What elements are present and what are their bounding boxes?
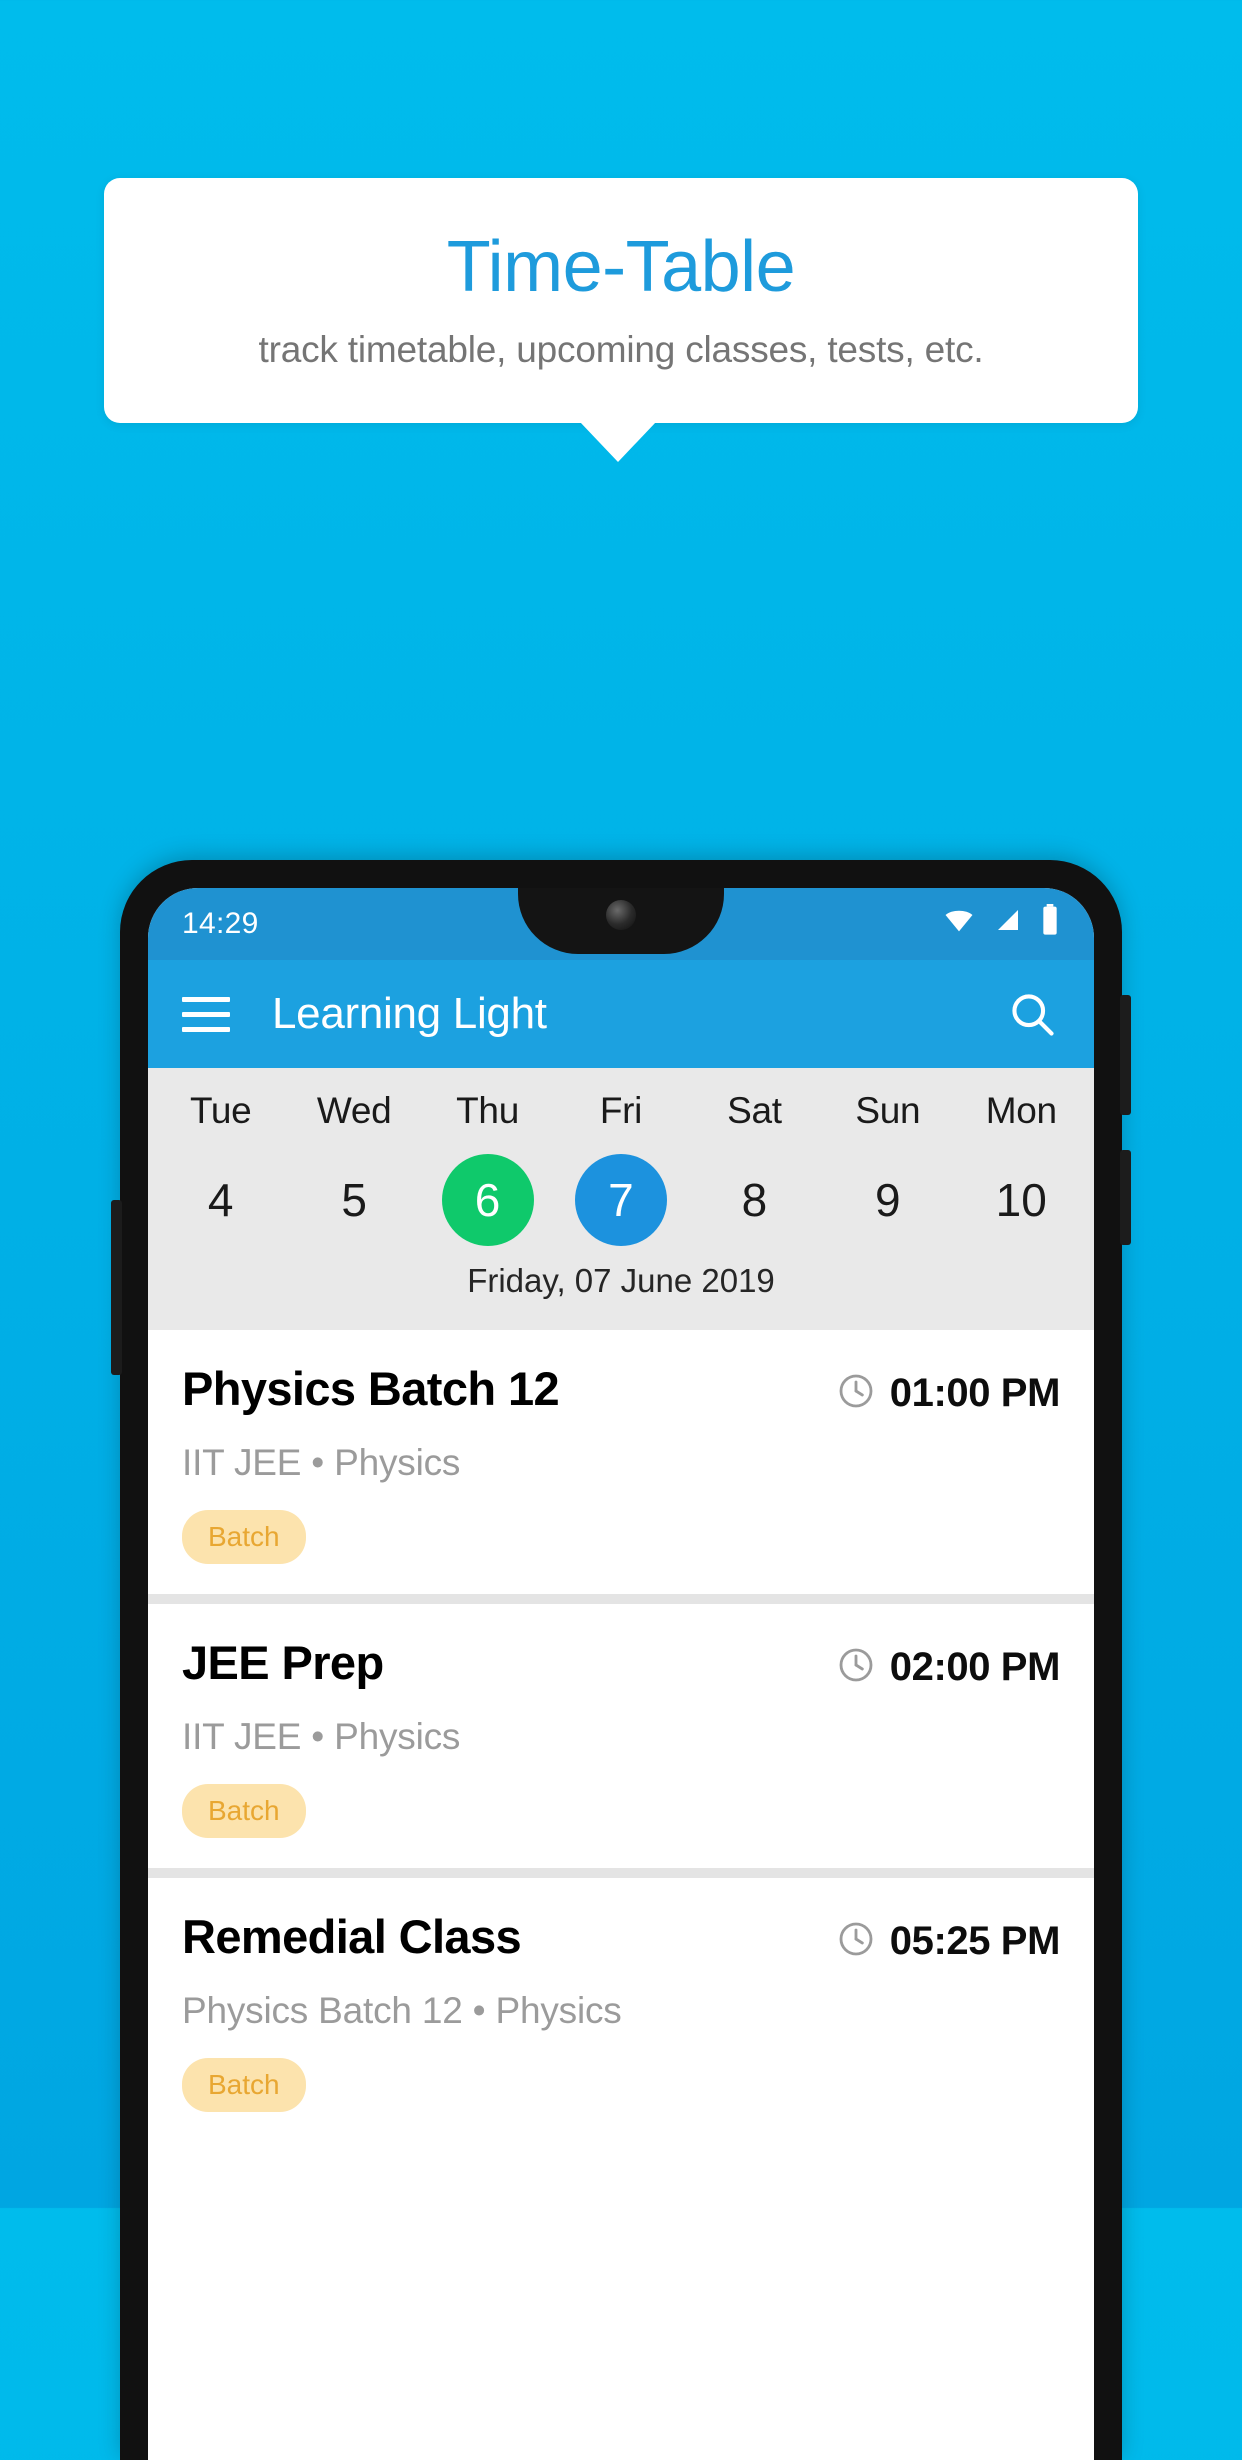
day-number-wed: 5 [341, 1174, 367, 1226]
status-bar-icons [942, 903, 1060, 945]
battery-icon [1040, 904, 1060, 944]
hamburger-menu-icon[interactable] [182, 996, 230, 1032]
day-name-sat: Sat [727, 1090, 782, 1131]
day-number-wrap-sun: 9 [842, 1154, 934, 1246]
signal-icon [993, 905, 1023, 943]
week-day-strip: Tue 4 Wed 5 Thu 6 Fri 7 Sat 8 Sun 9 Mon … [148, 1068, 1094, 1330]
class-subtitle: IIT JEE • Physics [182, 1716, 461, 1757]
promo-title: Time-Table [446, 226, 796, 307]
volume-button[interactable] [1120, 1150, 1131, 1245]
selected-date-label: Friday, 07 June 2019 [467, 1262, 775, 1299]
day-column-fri[interactable]: Fri 7 [554, 1090, 687, 1246]
day-number-wrap-wed: 5 [308, 1154, 400, 1246]
day-column-mon[interactable]: Mon 10 [955, 1090, 1088, 1246]
phone-bezel: 14:29 Learning Light Tue 4 Wed 5 Thu 6 F… [148, 888, 1094, 2460]
class-title: Remedial Class [182, 1910, 522, 1963]
class-badge-row: Batch [182, 1510, 1060, 1564]
day-name-tue: Tue [189, 1090, 252, 1131]
class-subtitle: Physics Batch 12 • Physics [182, 1990, 622, 2031]
day-column-thu[interactable]: Thu 6 [421, 1090, 554, 1246]
status-badge: Batch [182, 2058, 306, 2112]
side-button-left[interactable] [111, 1200, 122, 1375]
class-time: 05:25 PM [889, 1919, 1061, 1963]
day-number-sun: 9 [875, 1174, 901, 1226]
class-card[interactable]: Physics Batch 12 01:00 PM IIT JEE • Phys… [148, 1330, 1094, 1594]
week-day-row: Tue 4 Wed 5 Thu 6 Fri 7 Sat 8 Sun 9 Mon … [148, 1090, 1094, 1246]
class-time: 01:00 PM [889, 1371, 1061, 1415]
day-name-wed: Wed [316, 1090, 392, 1131]
day-number-wrap-fri: 7 [574, 1154, 667, 1246]
day-number-wrap-mon: 10 [975, 1154, 1067, 1246]
day-number-tue: 4 [207, 1174, 234, 1226]
app-bar-title: Learning Light [272, 989, 547, 1038]
class-title: Physics Batch 12 [182, 1362, 560, 1415]
class-time-group: 01:00 PM [836, 1364, 1060, 1416]
status-bar: 14:29 [148, 888, 1094, 960]
day-number-thu: 6 [474, 1174, 501, 1226]
day-name-sun: Sun [855, 1090, 921, 1131]
class-card-header: Remedial Class 05:25 PM [182, 1912, 1060, 1964]
phone-screen: 14:29 Learning Light Tue 4 Wed 5 Thu 6 F… [148, 888, 1094, 2460]
power-button[interactable] [1120, 995, 1131, 1115]
class-time-group: 02:00 PM [836, 1638, 1060, 1690]
status-bar-clock: 14:29 [182, 907, 259, 940]
app-bar: Learning Light [148, 960, 1094, 1068]
promo-callout-card: Time-Table track timetable, upcoming cla… [104, 178, 1138, 423]
day-column-tue[interactable]: Tue 4 [154, 1090, 287, 1246]
class-card[interactable]: JEE Prep 02:00 PM IIT JEE • Physics Batc… [148, 1604, 1094, 1868]
day-number-sat: 8 [741, 1174, 768, 1226]
display-notch [518, 888, 724, 954]
class-badge-row: Batch [182, 1784, 1060, 1838]
search-icon[interactable] [1004, 986, 1060, 1042]
day-number-mon: 10 [995, 1174, 1047, 1226]
class-list: Physics Batch 12 01:00 PM IIT JEE • Phys… [148, 1330, 1094, 2142]
front-camera-icon [606, 900, 636, 930]
class-card-header: Physics Batch 12 01:00 PM [182, 1364, 1060, 1416]
status-badge: Batch [182, 1784, 306, 1838]
class-time-group: 05:25 PM [836, 1912, 1060, 1964]
day-number-fri: 7 [608, 1174, 634, 1226]
day-column-sun[interactable]: Sun 9 [821, 1090, 954, 1246]
status-badge: Batch [182, 1510, 306, 1564]
promo-subtitle: track timetable, upcoming classes, tests… [258, 328, 984, 370]
class-title: JEE Prep [182, 1636, 384, 1689]
class-subtitle: IIT JEE • Physics [182, 1442, 461, 1483]
day-number-wrap-tue: 4 [175, 1154, 267, 1246]
class-card[interactable]: Remedial Class 05:25 PM Physics Batch 12… [148, 1878, 1094, 2142]
clock-icon [836, 1371, 876, 1416]
class-card-header: JEE Prep 02:00 PM [182, 1638, 1060, 1690]
day-number-wrap-thu: 6 [441, 1154, 534, 1246]
promo-callout-tail [580, 422, 656, 462]
day-name-thu: Thu [456, 1090, 519, 1131]
clock-icon [836, 1645, 876, 1690]
day-column-sat[interactable]: Sat 8 [688, 1090, 821, 1246]
day-number-wrap-sat: 8 [708, 1154, 800, 1246]
day-name-mon: Mon [985, 1090, 1057, 1131]
class-time: 02:00 PM [889, 1645, 1061, 1689]
phone-mockup: 14:29 Learning Light Tue 4 Wed 5 Thu 6 F… [111, 860, 1131, 2460]
wifi-icon [942, 903, 976, 945]
class-badge-row: Batch [182, 2058, 1060, 2112]
day-name-fri: Fri [599, 1090, 643, 1131]
clock-icon [836, 1919, 876, 1964]
day-column-wed[interactable]: Wed 5 [287, 1090, 420, 1246]
